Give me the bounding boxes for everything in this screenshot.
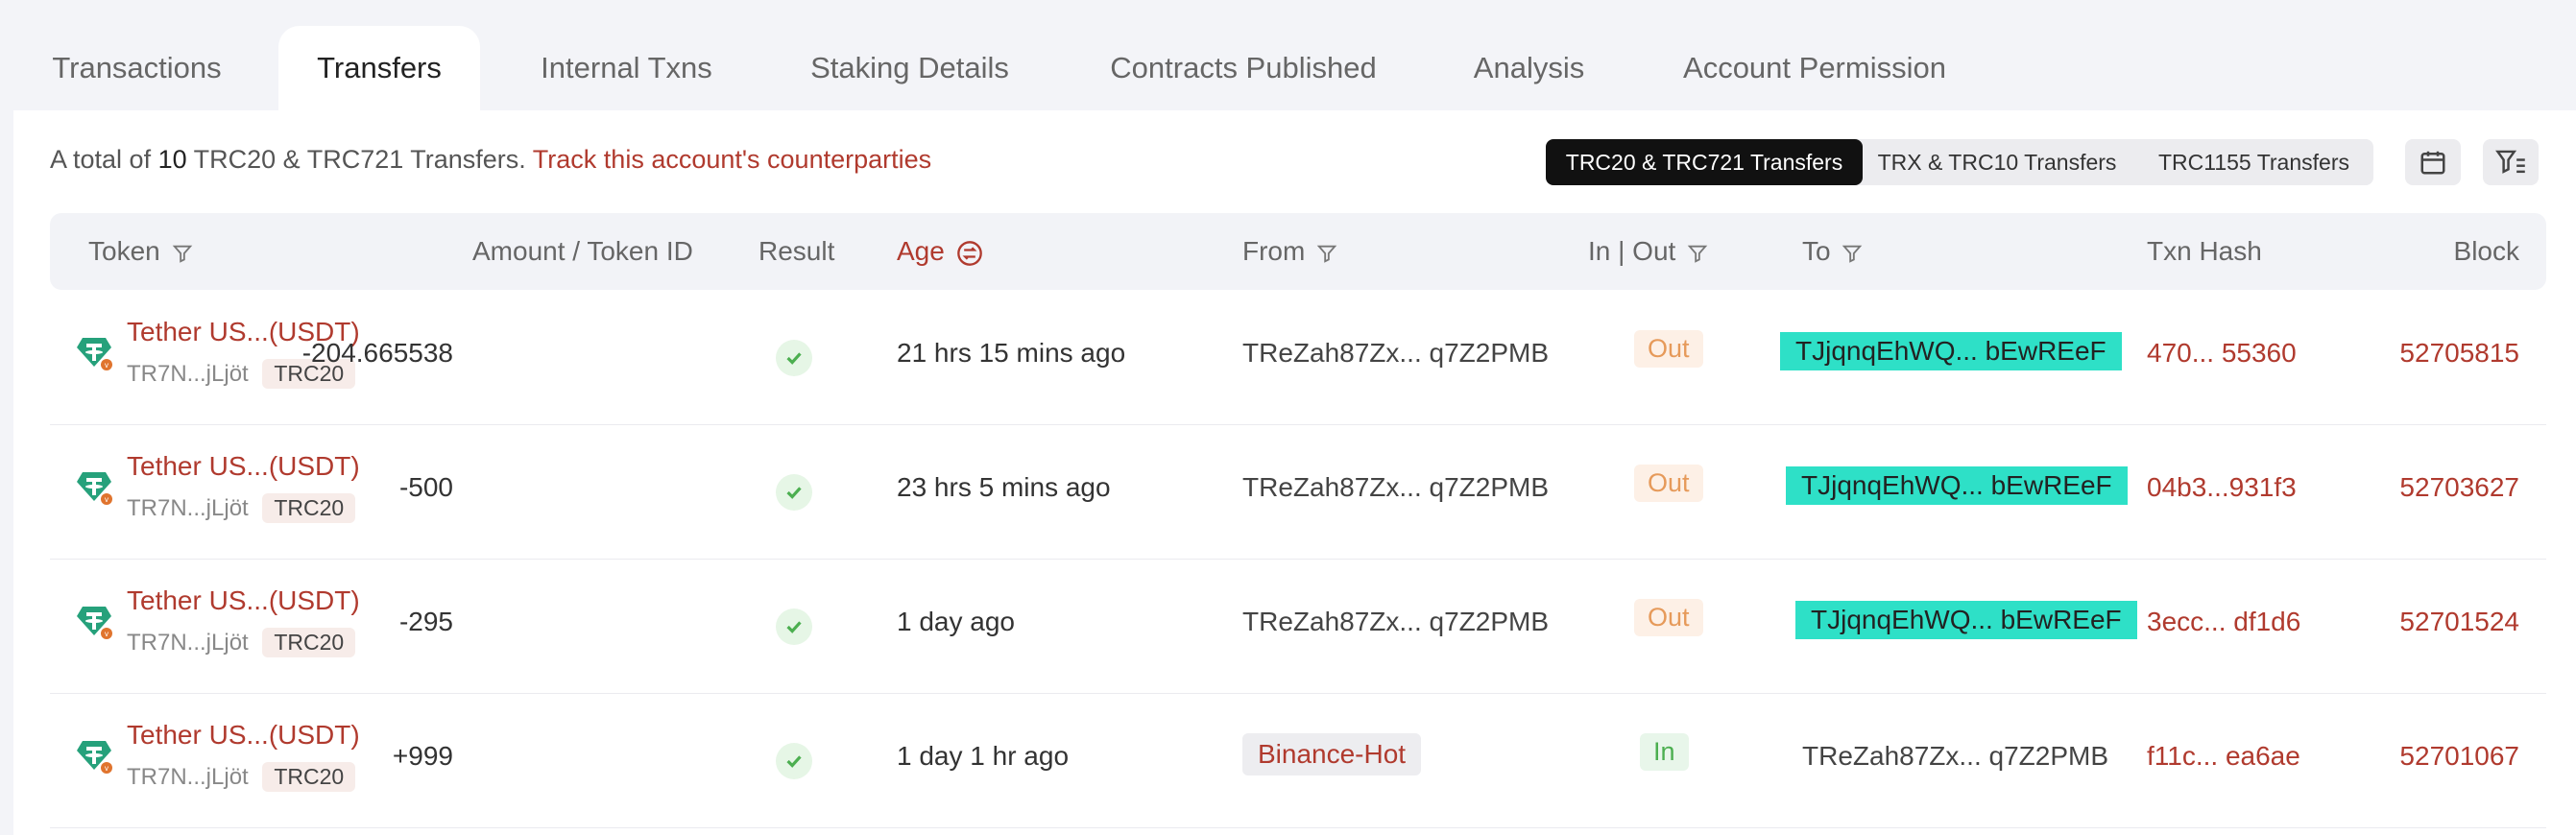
token-standard-badge: TRC20 (262, 762, 356, 792)
block-link[interactable]: 52701067 (2399, 741, 2519, 772)
amount-value: -500 (398, 472, 453, 502)
token-standard-badge: TRC20 (262, 628, 356, 657)
direction-badge: Out (1634, 599, 1703, 636)
token-address[interactable]: TR7N...jLjöt (127, 495, 249, 521)
from-address[interactable]: TReZah87Zx... q7Z2PMB (1242, 607, 1549, 637)
funnel-icon[interactable] (1687, 243, 1708, 264)
advanced-filter-button[interactable] (2483, 139, 2539, 185)
funnel-icon[interactable] (172, 243, 193, 264)
token-contract: TR7N...jLjöt TRC20 (127, 628, 356, 657)
col-token[interactable]: Token (88, 213, 193, 290)
funnel-icon[interactable] (1316, 243, 1337, 264)
token-name-link[interactable]: Tether US...(USDT) (127, 451, 360, 482)
txn-hash-link[interactable]: 04b3...931f3 (2147, 472, 2297, 503)
tab-transactions[interactable]: Transactions (29, 26, 245, 110)
transfer-type-filter: TRC20 & TRC721 Transfers TRX & TRC10 Tra… (1546, 139, 2373, 185)
block-link[interactable]: 52701524 (2399, 607, 2519, 637)
summary-prefix: A total of (50, 145, 152, 174)
svg-text:v: v (105, 764, 108, 773)
table-header: Token Amount / Token ID Result Age From … (50, 213, 2546, 290)
col-from[interactable]: From (1242, 213, 1337, 290)
token-name-link[interactable]: Tether US...(USDT) (127, 585, 360, 616)
tab-bar: Transactions Transfers Internal Txns Sta… (0, 0, 2576, 110)
table-row: v Tether US...(USDT) TR7N...jLjöt TRC20 … (50, 559, 2546, 694)
token-standard-badge: TRC20 (262, 493, 356, 523)
table-row: v Tether US...(USDT) TR7N...jLjöt TRC20 … (50, 424, 2546, 560)
tether-token-icon: v (77, 338, 112, 370)
token-address[interactable]: TR7N...jLjöt (127, 630, 249, 656)
filter-trc1155[interactable]: TRC1155 Transfers (2141, 139, 2367, 185)
token-contract: TR7N...jLjöt TRC20 (127, 493, 356, 523)
tab-transfers[interactable]: Transfers (278, 26, 480, 110)
token-contract: TR7N...jLjöt TRC20 (127, 762, 356, 792)
amount-value: +999 (392, 741, 453, 771)
col-txn-hash: Txn Hash (2147, 236, 2262, 266)
col-in-out-label: In | Out (1588, 236, 1676, 266)
age-value: 23 hrs 5 mins ago (897, 472, 1111, 502)
success-check-icon (776, 608, 812, 645)
age-value: 21 hrs 15 mins ago (897, 338, 1126, 368)
filter-list-icon (2495, 150, 2525, 174)
svg-text:v: v (105, 361, 108, 370)
funnel-icon[interactable] (1842, 243, 1863, 264)
track-counterparties-link[interactable]: Track this account's counterparties (533, 145, 931, 174)
txn-hash-link[interactable]: f11c... ea6ae (2147, 741, 2300, 772)
col-age-label: Age (897, 236, 945, 266)
tab-staking-details[interactable]: Staking Details (782, 26, 1037, 110)
calendar-icon (2420, 151, 2445, 175)
from-address-tag[interactable]: Binance-Hot (1242, 733, 1422, 775)
block-link[interactable]: 52703627 (2399, 472, 2519, 503)
tab-contracts-published[interactable]: Contracts Published (1090, 26, 1397, 110)
age-value: 1 day 1 hr ago (897, 741, 1070, 771)
date-filter-button[interactable] (2405, 139, 2461, 185)
table-row: v Tether US...(USDT) TR7N...jLjöt TRC20 … (50, 290, 2546, 425)
col-token-label: Token (88, 236, 160, 266)
success-check-icon (776, 474, 812, 511)
filter-trc20-trc721[interactable]: TRC20 & TRC721 Transfers (1546, 139, 1863, 185)
amount-value: -204.665538 (301, 338, 453, 368)
tab-analysis[interactable]: Analysis (1450, 26, 1608, 110)
token-name-link[interactable]: Tether US...(USDT) (127, 720, 360, 751)
to-address[interactable]: TReZah87Zx... q7Z2PMB (1802, 741, 2108, 772)
col-to[interactable]: To (1802, 213, 1863, 290)
col-amount: Amount / Token ID (472, 236, 693, 266)
tether-token-icon: v (77, 741, 112, 774)
col-in-out[interactable]: In | Out (1588, 213, 1708, 290)
direction-badge: In (1640, 733, 1689, 771)
table-row: v Tether US...(USDT) TR7N...jLjöt TRC20 … (50, 693, 2546, 828)
to-address-highlighted[interactable]: TJjqnqEhWQ... bEwREeF (1795, 601, 2137, 639)
to-address-highlighted[interactable]: TJjqnqEhWQ... bEwREeF (1786, 466, 2128, 505)
block-link[interactable]: 52705815 (2399, 338, 2519, 369)
success-check-icon (776, 340, 812, 376)
col-age[interactable]: Age (897, 213, 983, 290)
age-value: 1 day ago (897, 607, 1015, 636)
svg-text:v: v (105, 495, 108, 504)
from-address[interactable]: TReZah87Zx... q7Z2PMB (1242, 472, 1549, 503)
tab-account-permission[interactable]: Account Permission (1661, 26, 1968, 110)
transfer-count: 10 (157, 145, 187, 174)
to-address-highlighted[interactable]: TJjqnqEhWQ... bEwREeF (1780, 332, 2122, 370)
svg-text:v: v (105, 630, 108, 638)
filter-trx-trc10[interactable]: TRX & TRC10 Transfers (1867, 139, 2127, 185)
txn-hash-link[interactable]: 3ecc... df1d6 (2147, 607, 2300, 637)
amount-value: -295 (398, 607, 453, 636)
success-check-icon (776, 743, 812, 779)
from-address[interactable]: TReZah87Zx... q7Z2PMB (1242, 338, 1549, 369)
col-block: Block (2453, 236, 2519, 266)
token-address[interactable]: TR7N...jLjöt (127, 764, 249, 790)
direction-badge: Out (1634, 330, 1703, 368)
tether-token-icon: v (77, 607, 112, 639)
col-to-label: To (1802, 236, 1831, 266)
transfer-summary: A total of 10 TRC20 & TRC721 Transfers. … (50, 145, 931, 175)
summary-suffix: TRC20 & TRC721 Transfers. (193, 145, 526, 174)
col-result: Result (758, 236, 835, 266)
tab-internal-txns[interactable]: Internal Txns (518, 26, 734, 110)
col-from-label: From (1242, 236, 1306, 266)
token-address[interactable]: TR7N...jLjöt (127, 361, 249, 387)
txn-hash-link[interactable]: 470... 55360 (2147, 338, 2297, 369)
tether-token-icon: v (77, 472, 112, 505)
swap-toggle-icon[interactable] (956, 240, 983, 267)
direction-badge: Out (1634, 465, 1703, 502)
